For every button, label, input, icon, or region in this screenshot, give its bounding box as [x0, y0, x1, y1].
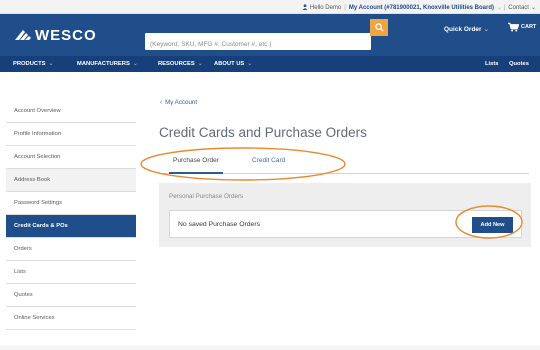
logo-text: WESCO — [35, 26, 97, 44]
sidebar-item-profile-information[interactable]: Profile Information — [6, 123, 136, 146]
nav-quotes[interactable]: Quotes — [509, 61, 529, 67]
nav-products-label: PRODUCTS — [13, 61, 46, 67]
chevron-left-icon: ‹ — [160, 99, 163, 106]
quick-order-label: Quick Order — [444, 26, 482, 33]
site-header: WESCO — [0, 14, 540, 56]
sidebar-item-account-overview[interactable]: Account Overview — [6, 100, 136, 123]
sidebar-item-orders[interactable]: Orders — [6, 238, 136, 261]
search-button[interactable] — [370, 19, 388, 36]
sidebar-item-quotes[interactable]: Quotes — [6, 284, 136, 307]
footer-strip — [0, 345, 540, 350]
panel-title: Personal Purchase Orders — [169, 193, 244, 200]
purchase-orders-row: No saved Purchase Orders Add New — [169, 210, 522, 238]
cart-button[interactable]: CART — [508, 22, 536, 32]
nav-manufacturers-label: MANUFACTURERS — [77, 61, 130, 67]
search-input[interactable] — [145, 36, 355, 53]
nav-about[interactable]: ABOUT US ⌄ — [214, 61, 252, 67]
my-account-link[interactable]: My Account (#781900021, Knoxville Utilit… — [349, 5, 494, 11]
quick-order-menu[interactable]: Quick Order ⌄ — [444, 25, 489, 33]
purchase-orders-panel: Personal Purchase Orders No saved Purcha… — [159, 183, 531, 247]
logo-mark-icon — [15, 30, 31, 40]
sidebar-item-online-services[interactable]: Online Services — [6, 307, 136, 330]
cart-label: CART — [521, 24, 537, 30]
account-sidebar: Account Overview Profile Information Acc… — [6, 100, 136, 330]
nav-resources-label: RESOURCES — [158, 61, 195, 67]
search-box — [145, 33, 371, 53]
nav-lists[interactable]: Lists — [485, 61, 499, 67]
nav-manufacturers[interactable]: MANUFACTURERS ⌄ — [77, 61, 138, 67]
contact-link[interactable]: Contact — [508, 5, 529, 11]
utility-bar: Hello Demo | My Account (#781900021, Knoxv… — [0, 0, 540, 14]
page-title: Credit Cards and Purchase Orders — [159, 125, 367, 140]
chevron-down-icon: ⌄ — [48, 61, 54, 67]
empty-state-text: No saved Purchase Orders — [178, 221, 260, 228]
sidebar-item-credit-cards-pos[interactable]: Credit Cards & POs — [6, 215, 136, 238]
chevron-down-icon: ⌄ — [247, 61, 253, 67]
back-link-label: My Account — [165, 99, 198, 106]
back-link[interactable]: ‹ My Account — [160, 99, 197, 106]
sidebar-item-address-book[interactable]: Address Book — [6, 169, 136, 192]
tab-purchase-order[interactable]: Purchase Order — [169, 157, 223, 174]
person-icon — [302, 4, 308, 10]
search-icon — [374, 23, 384, 32]
sidebar-item-password-settings[interactable]: Password Settings — [6, 192, 136, 215]
chevron-down-icon: ⌄ — [483, 26, 490, 33]
nav-products[interactable]: PRODUCTS ⌄ — [13, 61, 53, 67]
tab-credit-card[interactable]: Credit Card — [252, 157, 285, 164]
add-new-button[interactable]: Add New — [472, 217, 513, 233]
nav-resources[interactable]: RESOURCES ⌄ — [158, 61, 203, 67]
sidebar-item-account-selection[interactable]: Account Selection — [6, 146, 136, 169]
cart-icon — [508, 22, 519, 32]
hello-text: Hello Demo — [309, 5, 342, 11]
wesco-logo[interactable]: WESCO — [14, 26, 97, 44]
sidebar-item-lists[interactable]: Lists — [6, 261, 136, 284]
chevron-down-icon: ⌄ — [132, 61, 138, 67]
tab-bar: Purchase Order Credit Card — [159, 150, 529, 174]
nav-about-label: ABOUT US — [214, 61, 245, 67]
main-nav: PRODUCTS ⌄ MANUFACTURERS ⌄ RESOURCES ⌄ ABOU… — [0, 56, 540, 72]
chevron-down-icon: ⌄ — [197, 61, 203, 67]
chevron-down-icon: ⌄ — [530, 5, 536, 11]
